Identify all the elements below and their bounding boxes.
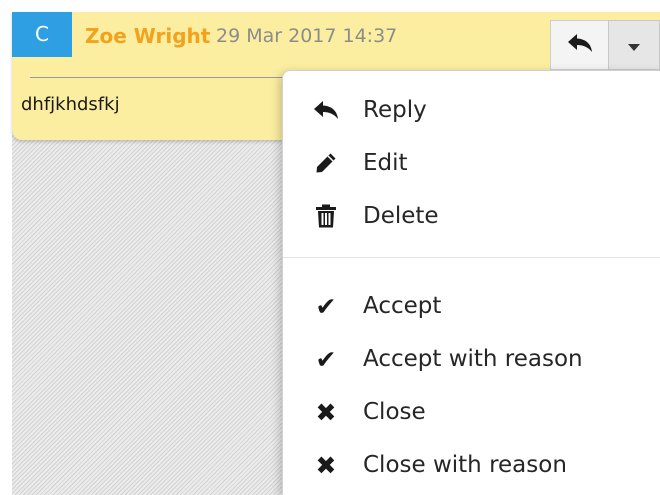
reply-icon — [567, 33, 593, 57]
actions-dropdown-toggle[interactable] — [608, 20, 660, 70]
reply-button[interactable] — [550, 20, 608, 70]
x-icon: ✖ — [315, 397, 337, 427]
x-icon: ✖ — [315, 450, 337, 480]
menu-item-reply[interactable]: Reply — [283, 86, 660, 134]
comment-body: dhfjkhdsfkj — [21, 94, 120, 115]
page-left-border — [0, 0, 12, 495]
comment-timestamp: 29 Mar 2017 14:37 — [216, 25, 398, 47]
trash-icon — [311, 192, 341, 240]
page-top-border — [0, 0, 660, 12]
avatar[interactable]: C — [12, 12, 72, 57]
menu-item-close[interactable]: ✖ Close — [283, 388, 660, 436]
menu-item-label: Accept with reason — [363, 346, 583, 372]
check-icon: ✔ — [315, 344, 337, 374]
menu-item-label: Close — [363, 399, 426, 425]
check-icon: ✔ — [315, 291, 337, 321]
actions-menu: Reply Edit Delete ✔ Accept ✔ Accept with… — [282, 70, 660, 495]
caret-down-icon — [628, 43, 640, 51]
menu-item-edit[interactable]: Edit — [283, 139, 660, 187]
menu-divider — [283, 257, 660, 258]
comment-author[interactable]: Zoe Wright — [85, 24, 210, 48]
menu-item-label: Edit — [363, 150, 408, 176]
menu-item-label: Reply — [363, 97, 427, 123]
menu-item-label: Delete — [363, 203, 439, 229]
menu-item-delete[interactable]: Delete — [283, 192, 660, 240]
menu-item-label: Accept — [363, 293, 442, 319]
menu-item-close-with-reason[interactable]: ✖ Close with reason — [283, 441, 660, 489]
menu-item-accept-with-reason[interactable]: ✔ Accept with reason — [283, 335, 660, 383]
pencil-icon — [311, 139, 341, 187]
menu-item-accept[interactable]: ✔ Accept — [283, 282, 660, 330]
reply-icon — [311, 86, 341, 134]
menu-item-label: Close with reason — [363, 452, 567, 478]
